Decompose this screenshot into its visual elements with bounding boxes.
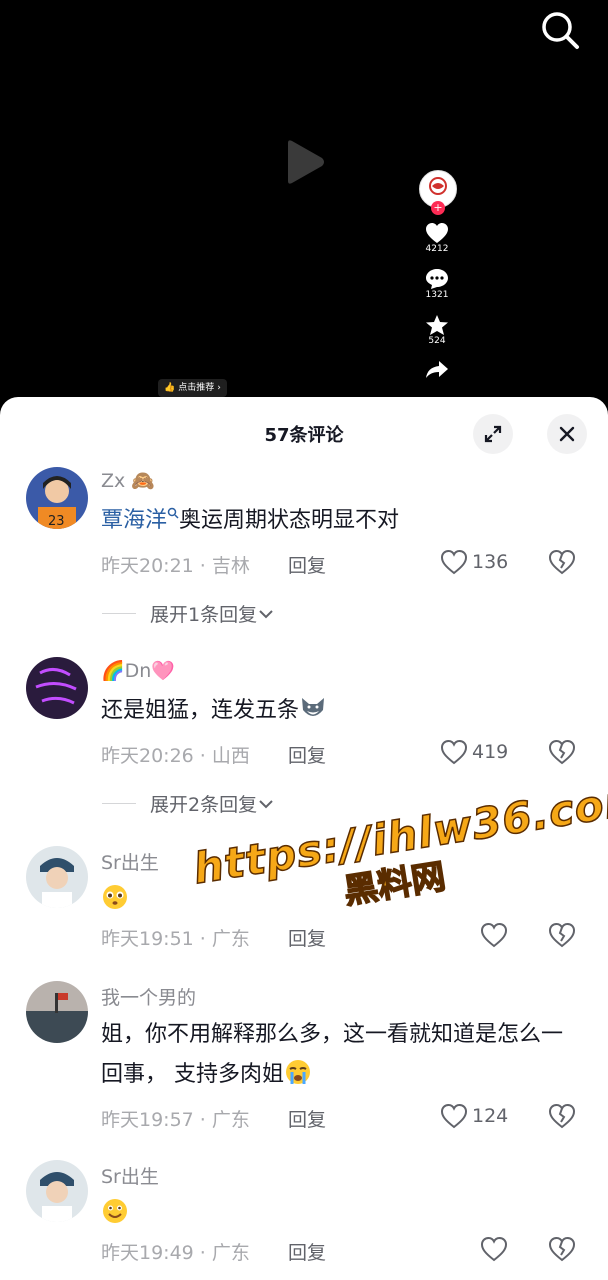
comment-time: 昨天20:26 · 山西 xyxy=(101,745,250,767)
smiling-face-emoji-icon xyxy=(101,1197,127,1223)
heart-icon xyxy=(426,223,448,243)
expand-replies[interactable]: 展开2条回复 xyxy=(102,790,275,817)
broken-heart-icon xyxy=(548,739,576,765)
play-icon[interactable] xyxy=(282,138,328,186)
comment-text: 姐，你不用解释那么多，这一看就知道是怎么一回事， 支持多肉姐 xyxy=(101,1022,564,1087)
expand-sheet-button[interactable] xyxy=(473,414,513,454)
follow-plus-icon[interactable]: + xyxy=(431,201,445,215)
broken-heart-icon xyxy=(548,922,576,948)
reply-button[interactable]: 回复 xyxy=(288,551,326,578)
reply-button[interactable]: 回复 xyxy=(288,1105,326,1132)
search-icon[interactable] xyxy=(538,8,582,52)
reply-button[interactable]: 回复 xyxy=(288,924,326,951)
like-count: 136 xyxy=(472,551,509,573)
wolf-emoji-icon xyxy=(299,694,325,720)
avatar[interactable] xyxy=(26,657,88,719)
recommend-pill[interactable]: 👍 点击推荐 › xyxy=(158,379,227,397)
like-button[interactable]: 124 xyxy=(440,1103,508,1129)
chevron-down-icon xyxy=(259,609,273,618)
reply-button[interactable]: 回复 xyxy=(288,741,326,768)
comment-time: 昨天19:57 · 广东 xyxy=(101,1109,250,1131)
comment-count: 1321 xyxy=(425,290,449,300)
comment-text: 还是姐猛，连发五条 xyxy=(101,691,571,731)
like-button[interactable] xyxy=(440,1236,512,1262)
comment-icon xyxy=(426,269,448,289)
comment-time: 昨天20:21 · 吉林 xyxy=(101,555,250,577)
comment-action[interactable]: 1321 xyxy=(416,268,458,300)
comment-username[interactable]: Sr出生 xyxy=(101,1162,159,1189)
comment-username[interactable]: 🌈Dn🩷 xyxy=(101,659,175,682)
like-button[interactable]: 136 xyxy=(440,549,508,575)
broken-heart-icon xyxy=(548,549,576,575)
mention-link[interactable]: 覃海洋 xyxy=(101,507,179,533)
like-count: 124 xyxy=(472,1105,509,1127)
avatar[interactable] xyxy=(26,981,88,1043)
like-button[interactable] xyxy=(440,922,512,948)
dislike-button[interactable] xyxy=(548,922,576,952)
close-button[interactable] xyxy=(547,414,587,454)
dislike-button[interactable] xyxy=(548,549,576,579)
share-action[interactable] xyxy=(416,360,458,378)
thumb-up-icon: 👍 xyxy=(164,383,176,393)
comment-text xyxy=(101,880,571,920)
heart-outline-icon xyxy=(440,739,468,765)
expand-icon xyxy=(484,425,502,443)
broken-heart-icon xyxy=(548,1103,576,1129)
star-icon xyxy=(426,315,448,335)
favorite-count: 524 xyxy=(428,336,446,346)
divider xyxy=(102,803,136,804)
avatar[interactable] xyxy=(26,846,88,908)
search-icon xyxy=(167,507,179,519)
monkey-emoji-icon: 🙈 xyxy=(125,470,155,492)
dislike-button[interactable] xyxy=(548,739,576,769)
comments-title: 57条评论 xyxy=(264,425,344,446)
reply-button[interactable]: 回复 xyxy=(288,1238,326,1265)
share-icon xyxy=(426,361,448,378)
like-action[interactable]: 4212 xyxy=(416,222,458,254)
svg-text:23: 23 xyxy=(48,514,65,529)
recommend-label: 点击推荐 xyxy=(178,383,215,393)
comment-username[interactable]: Zx 🙈 xyxy=(101,469,155,492)
broken-heart-icon xyxy=(548,1236,576,1262)
comment-text xyxy=(101,1194,571,1234)
author-avatar[interactable]: + xyxy=(419,170,457,215)
like-button[interactable]: 419 xyxy=(440,739,508,765)
comment-username[interactable]: Sr出生 xyxy=(101,848,159,875)
heart-outline-icon xyxy=(440,549,468,575)
avatar[interactable]: 23 xyxy=(26,467,88,529)
dislike-button[interactable] xyxy=(548,1236,576,1266)
comment-text: 覃海洋 奥运周期状态明显不对 xyxy=(101,507,400,533)
close-icon xyxy=(559,426,575,442)
divider xyxy=(102,613,136,614)
comment-time: 昨天19:51 · 广东 xyxy=(101,928,250,950)
chevron-down-icon xyxy=(259,799,273,808)
rainbow-emoji-icon: 🌈 xyxy=(101,660,125,682)
video-player[interactable]: + 4212 1321 524 👍 点击推荐 › xyxy=(0,0,608,400)
expand-replies[interactable]: 展开1条回复 xyxy=(102,600,275,627)
heart-outline-icon xyxy=(440,1103,468,1129)
dislike-button[interactable] xyxy=(548,1103,576,1133)
avatar[interactable] xyxy=(26,1160,88,1222)
crying-face-emoji-icon xyxy=(284,1058,310,1084)
heart-outline-icon xyxy=(480,1236,508,1262)
comment-time: 昨天19:49 · 广东 xyxy=(101,1242,250,1264)
pleading-face-emoji-icon xyxy=(101,883,127,909)
heart-emoji-icon: 🩷 xyxy=(151,660,176,682)
action-rail: + 4212 1321 524 xyxy=(416,170,458,378)
comments-sheet: 57条评论 23 Zx 🙈 覃海洋 奥运周期状态明显不对 昨天20:21 · 吉林… xyxy=(0,397,608,1280)
like-count: 419 xyxy=(472,741,509,763)
comment-username[interactable]: 我一个男的 xyxy=(101,983,196,1010)
chevron-right-icon: › xyxy=(217,383,221,393)
heart-outline-icon xyxy=(480,922,508,948)
favorite-action[interactable]: 524 xyxy=(416,314,458,346)
like-count: 4212 xyxy=(425,244,449,254)
